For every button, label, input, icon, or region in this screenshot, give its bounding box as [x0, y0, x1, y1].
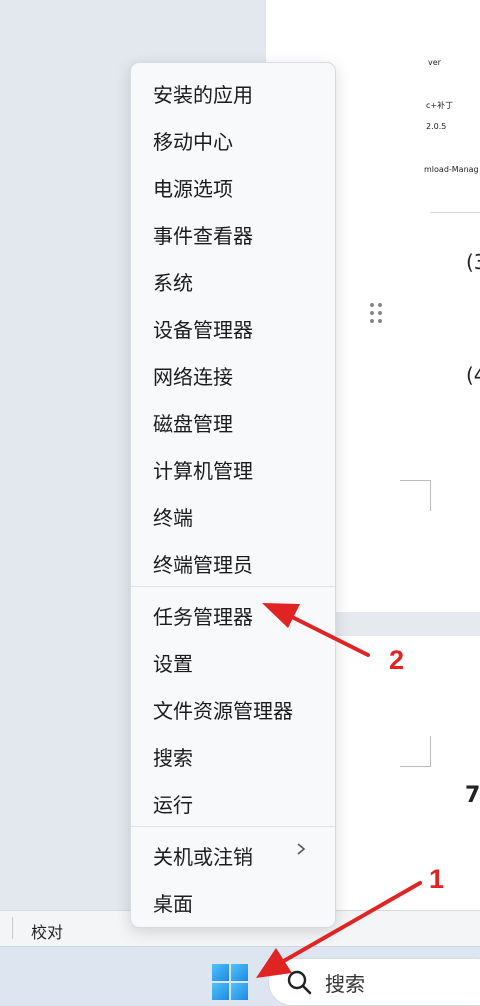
search-icon [287, 970, 312, 995]
menu-item-computer-management[interactable]: 计算机管理 [153, 455, 253, 484]
doc-fragment: 2.0.5 [426, 122, 447, 131]
windows-logo-icon [212, 964, 229, 981]
menu-item-installed-apps[interactable]: 安装的应用 [153, 79, 253, 108]
menu-item-terminal-admin[interactable]: 终端管理员 [153, 549, 253, 578]
menu-item-run[interactable]: 运行 [153, 789, 193, 818]
menu-item-task-manager[interactable]: 任务管理器 [153, 601, 253, 630]
annotation-step-2: 2 [389, 645, 405, 675]
start-button[interactable] [212, 964, 250, 1002]
menu-item-search[interactable]: 搜索 [153, 742, 193, 771]
doc-fragment: c+补丁 [426, 101, 454, 110]
menu-separator [131, 826, 335, 827]
doc-crop-mark [400, 480, 431, 511]
menu-item-file-explorer[interactable]: 文件资源管理器 [153, 695, 293, 724]
doc-fragment: 7 [465, 783, 480, 808]
search-label: 搜索 [325, 972, 365, 996]
doc-fragment: (4 [466, 363, 480, 387]
drag-handle-icon[interactable] [370, 303, 384, 327]
menu-separator [131, 586, 335, 587]
menu-item-settings[interactable]: 设置 [153, 648, 193, 677]
menu-item-device-manager[interactable]: 设备管理器 [153, 314, 253, 343]
annotation-step-1: 1 [429, 864, 445, 894]
menu-item-terminal[interactable]: 终端 [153, 502, 193, 531]
menu-item-system[interactable]: 系统 [153, 267, 193, 296]
doc-fragment: (3 [466, 250, 480, 274]
menu-item-desktop[interactable]: 桌面 [153, 888, 193, 917]
proofing-button[interactable]: 校对 [31, 919, 63, 943]
doc-fragment: mload-Manag [424, 165, 479, 174]
menu-item-event-viewer[interactable]: 事件查看器 [153, 220, 253, 249]
menu-item-mobility-center[interactable]: 移动中心 [153, 126, 233, 155]
winx-context-menu: 安装的应用 移动中心 电源选项 事件查看器 系统 设备管理器 网络连接 磁盘管理… [130, 62, 336, 928]
chevron-right-icon [297, 843, 306, 855]
doc-fragment: ver [428, 58, 441, 67]
menu-item-shutdown-signout[interactable]: 关机或注销 [153, 841, 253, 870]
menu-item-power-options[interactable]: 电源选项 [153, 173, 233, 202]
status-separator [12, 917, 13, 939]
menu-item-network-connections[interactable]: 网络连接 [153, 361, 233, 390]
doc-divider [430, 212, 480, 213]
menu-item-disk-management[interactable]: 磁盘管理 [153, 408, 233, 437]
doc-crop-mark [400, 736, 431, 767]
